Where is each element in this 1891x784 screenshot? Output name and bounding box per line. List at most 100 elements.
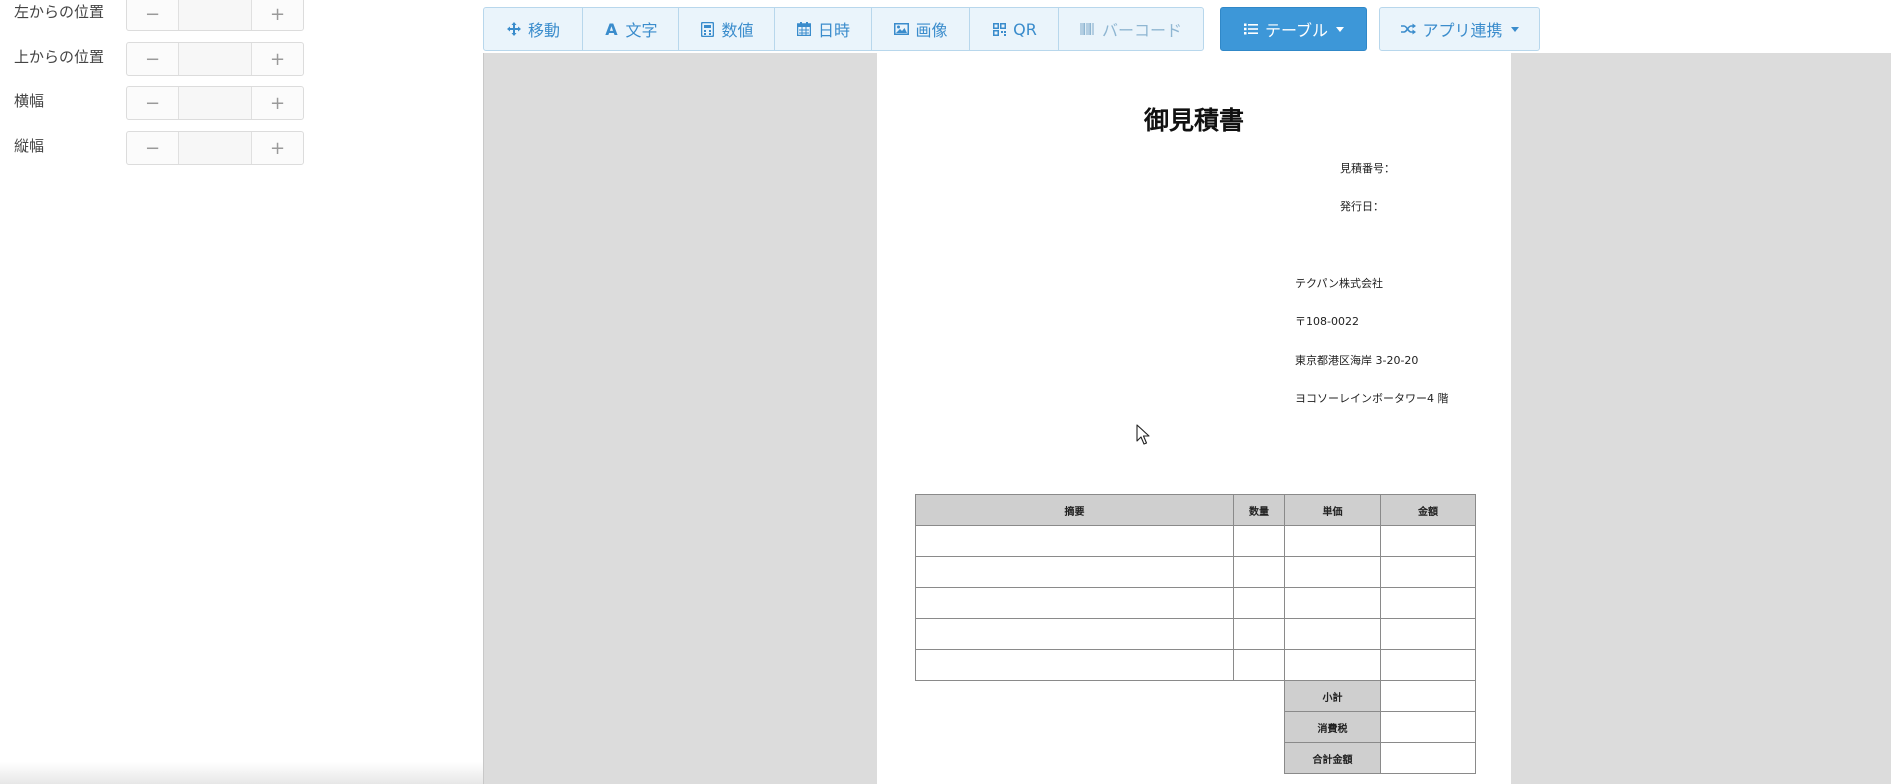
table-cell[interactable] (915, 525, 1234, 557)
qr-tool-label: QR (1013, 19, 1037, 39)
barcode-tool-button[interactable]: バーコード (1058, 7, 1204, 51)
image-tool-label: 画像 (915, 21, 948, 40)
table-cell[interactable] (1284, 618, 1381, 650)
table-cell[interactable] (1380, 618, 1476, 650)
table-cell[interactable] (1380, 587, 1476, 619)
table-cell[interactable] (1380, 556, 1476, 588)
table-cell[interactable] (1284, 525, 1381, 557)
table-cell[interactable] (1233, 556, 1285, 588)
prop-row-top: 上からの位置 − + (0, 42, 320, 76)
decrement-button[interactable]: − (127, 132, 179, 164)
prop-row-width: 横幅 − + (0, 86, 320, 120)
summary-row-subtotal[interactable]: 小計 (916, 680, 1476, 712)
shuffle-icon (1400, 21, 1416, 37)
panel-bottom-shade (0, 762, 483, 784)
tax-label: 消費税 (1284, 711, 1381, 743)
header-description: 摘要 (915, 494, 1234, 526)
image-tool-button[interactable]: 画像 (871, 7, 970, 51)
summary-row-tax[interactable]: 消費税 (916, 711, 1476, 743)
issue-date-label[interactable]: 発行日： (1340, 198, 1384, 214)
table-row[interactable] (915, 618, 1476, 650)
qr-tool-button[interactable]: QR (969, 7, 1059, 51)
top-position-input[interactable] (179, 43, 251, 75)
table-cell[interactable] (915, 587, 1234, 619)
decrement-button[interactable]: − (127, 43, 179, 75)
decrement-button[interactable]: − (127, 0, 179, 30)
qrcode-icon (991, 21, 1007, 37)
table-row[interactable] (915, 587, 1476, 619)
summary-row-total[interactable]: 合計金額 (916, 742, 1476, 774)
table-cell[interactable] (1233, 525, 1285, 557)
table-header-row: 摘要 数量 単価 金額 (915, 494, 1476, 526)
top-position-stepper: − + (126, 42, 304, 76)
company-building[interactable]: ヨコソーレインボータワー4 階 (1295, 390, 1449, 406)
table-cell[interactable] (1284, 587, 1381, 619)
app-integration-label: アプリ連携 (1422, 21, 1503, 40)
table-cell[interactable] (1284, 556, 1381, 588)
tax-value-cell[interactable] (1380, 711, 1476, 743)
prop-row-height: 縦幅 − + (0, 131, 320, 165)
table-row[interactable] (915, 649, 1476, 681)
table-cell[interactable] (1233, 618, 1285, 650)
left-position-stepper: − + (126, 0, 304, 31)
table-cell[interactable] (915, 618, 1234, 650)
postal-code[interactable]: 〒108-0022 (1295, 313, 1359, 329)
total-label: 合計金額 (1284, 742, 1381, 774)
table-cell[interactable] (1233, 587, 1285, 619)
header-amount: 金額 (1380, 494, 1476, 526)
height-stepper: − + (126, 131, 304, 165)
calendar-icon (796, 21, 812, 37)
decrement-button[interactable]: − (127, 87, 179, 119)
number-tool-button[interactable]: 数値 (678, 7, 775, 51)
number-tool-label: 数値 (721, 21, 754, 40)
header-unit-price: 単価 (1284, 494, 1381, 526)
left-position-input[interactable] (179, 0, 251, 30)
text-tool-label: 文字 (625, 21, 658, 40)
font-letter-icon: A (605, 19, 618, 39)
table-row[interactable] (915, 525, 1476, 557)
text-tool-button[interactable]: A 文字 (582, 7, 679, 51)
prop-row-left: 左からの位置 − + (0, 0, 320, 31)
table-cell[interactable] (915, 649, 1234, 681)
table-dropdown-button[interactable]: テーブル (1220, 7, 1367, 51)
quote-number-label[interactable]: 見積番号： (1340, 160, 1395, 176)
company-name[interactable]: テクパン株式会社 (1295, 275, 1383, 291)
document-page[interactable]: 御見積書 見積番号： 発行日： テクパン株式会社 〒108-0022 東京都港区… (877, 53, 1511, 784)
increment-button[interactable]: + (251, 43, 303, 75)
table-cell[interactable] (1380, 525, 1476, 557)
move-tool-button[interactable]: 移動 (483, 7, 583, 51)
prop-label-top: 上からの位置 (14, 48, 105, 66)
increment-button[interactable]: + (251, 87, 303, 119)
prop-label-height: 縦幅 (14, 137, 45, 155)
table-cell[interactable] (1233, 649, 1285, 681)
picture-icon (893, 21, 909, 37)
element-toolbar: 移動 A 文字 数値 日時 画像 QR バーコード (483, 7, 1204, 51)
height-input[interactable] (179, 132, 251, 164)
subtotal-value-cell[interactable] (1380, 680, 1476, 712)
table-cell[interactable] (1284, 649, 1381, 681)
increment-button[interactable]: + (251, 0, 303, 30)
prop-label-width: 横幅 (14, 92, 45, 110)
calculator-icon (699, 21, 715, 37)
table-cell[interactable] (1380, 649, 1476, 681)
barcode-icon (1080, 21, 1096, 37)
empty-cell (916, 743, 1285, 774)
quote-items-table[interactable]: 摘要 数量 単価 金額 小計 消費税 合計金額 (915, 494, 1476, 774)
prop-label-left: 左からの位置 (14, 3, 105, 21)
width-input[interactable] (179, 87, 251, 119)
total-value-cell[interactable] (1380, 742, 1476, 774)
table-row[interactable] (915, 556, 1476, 588)
empty-cell (916, 681, 1285, 712)
width-stepper: − + (126, 86, 304, 120)
company-address[interactable]: 東京都港区海岸 3-20-20 (1295, 352, 1418, 368)
increment-button[interactable]: + (251, 132, 303, 164)
editor-canvas[interactable]: 御見積書 見積番号： 発行日： テクパン株式会社 〒108-0022 東京都港区… (483, 53, 1891, 784)
datetime-tool-label: 日時 (817, 21, 850, 40)
table-dropdown-label: テーブル (1264, 21, 1329, 40)
datetime-tool-button[interactable]: 日時 (774, 7, 872, 51)
document-title[interactable]: 御見積書 (877, 101, 1511, 137)
app-integration-dropdown-button[interactable]: アプリ連携 (1379, 7, 1540, 51)
move-arrows-icon (506, 21, 522, 37)
caret-down-icon (1510, 26, 1519, 32)
table-cell[interactable] (915, 556, 1234, 588)
